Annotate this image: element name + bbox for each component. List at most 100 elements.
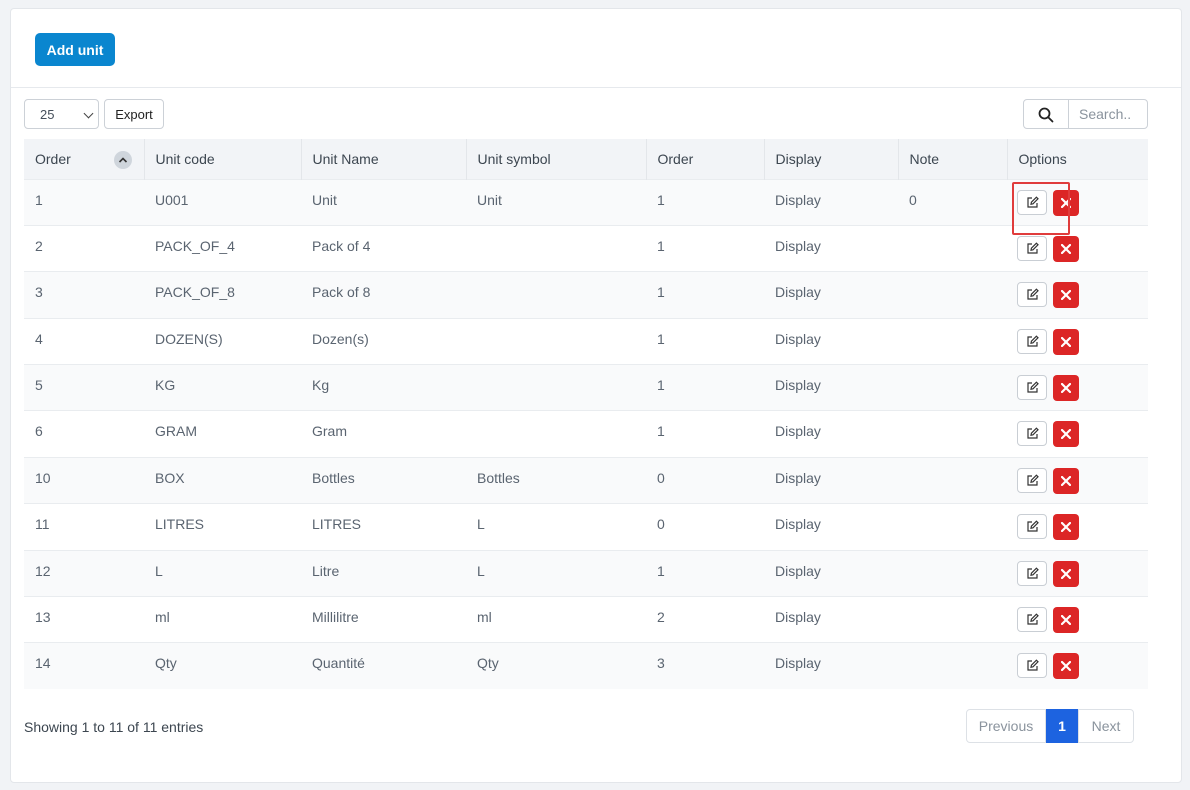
unit-code-cell: PACK_OF_8: [144, 271, 301, 319]
table-row: 10 BOX Bottles Bottles 0 Display: [24, 456, 1148, 504]
unit-name-cell: Kg: [301, 364, 466, 411]
sort-order-cell: 0: [646, 503, 764, 551]
edit-button[interactable]: [1017, 653, 1047, 679]
close-icon: [1061, 243, 1071, 254]
entries-info: Showing 1 to 11 of 11 entries: [24, 719, 204, 735]
sort-order-cell: 1: [646, 178, 764, 226]
table-toolbar: 25 Export: [24, 99, 1148, 129]
options-cell: [1007, 503, 1148, 551]
table-row: 2 PACK_OF_4 Pack of 4 1 Display: [24, 224, 1148, 272]
delete-button[interactable]: [1053, 467, 1079, 494]
table-row: 11 LITRES LITRES L 0 Display: [24, 503, 1148, 551]
edit-button[interactable]: [1017, 421, 1047, 447]
column-header[interactable]: Unit symbol: [466, 139, 647, 179]
edit-icon: [1027, 520, 1039, 532]
column-header[interactable]: Display: [764, 139, 899, 179]
unit-name-cell: Litre: [301, 549, 466, 597]
chevron-up-icon[interactable]: [113, 151, 132, 169]
display-cell: Display: [764, 596, 898, 643]
unit-symbol-cell: Unit: [466, 178, 646, 226]
search-box: [1023, 99, 1148, 129]
sort-order-cell: 1: [646, 364, 764, 411]
display-cell: Display: [764, 364, 898, 411]
search-icon: [1038, 107, 1054, 123]
options-cell: [1007, 596, 1148, 643]
unit-symbol-cell: [466, 317, 646, 365]
display-cell: Display: [764, 456, 898, 504]
unit-symbol-cell: L: [466, 549, 646, 597]
table-row: 3 PACK_OF_8 Pack of 8 1 Display: [24, 271, 1148, 319]
column-header[interactable]: Order: [646, 139, 765, 179]
display-cell: Display: [764, 410, 898, 458]
note-cell: [898, 410, 1007, 458]
display-cell: Display: [764, 224, 898, 272]
unit-code-cell: LITRES: [144, 503, 301, 551]
column-header[interactable]: Order: [24, 139, 145, 179]
note-cell: [898, 503, 1007, 551]
table-row: 6 GRAM Gram 1 Display: [24, 410, 1148, 458]
sort-order-cell: 3: [646, 642, 764, 690]
delete-button[interactable]: [1053, 189, 1079, 216]
unit-name-cell: Bottles: [301, 456, 466, 504]
edit-button[interactable]: [1017, 235, 1047, 261]
pagination: Previous 1 Next: [966, 709, 1134, 743]
sort-order-cell: 2: [646, 596, 764, 643]
options-cell: [1007, 364, 1148, 411]
options-cell: [1007, 410, 1148, 458]
unit-name-cell: Pack of 4: [301, 224, 466, 272]
edit-icon: [1027, 427, 1039, 440]
edit-button[interactable]: [1017, 514, 1047, 540]
edit-icon: [1027, 613, 1039, 625]
order-cell: 10: [24, 456, 144, 504]
delete-button[interactable]: [1053, 653, 1079, 680]
next-page-button[interactable]: Next: [1078, 709, 1134, 743]
previous-page-button[interactable]: Previous: [966, 709, 1046, 743]
edit-button[interactable]: [1017, 282, 1047, 308]
edit-button[interactable]: [1017, 467, 1047, 493]
delete-button[interactable]: [1053, 328, 1079, 355]
unit-code-cell: PACK_OF_4: [144, 224, 301, 272]
delete-button[interactable]: [1053, 560, 1079, 587]
close-icon: [1061, 661, 1071, 672]
unit-code-cell: U001: [144, 178, 301, 226]
unit-symbol-cell: [466, 364, 646, 411]
page-size-select[interactable]: 25: [24, 99, 99, 129]
note-cell: [898, 642, 1007, 690]
unit-code-cell: L: [144, 549, 301, 597]
unit-code-cell: Qty: [144, 642, 301, 690]
note-cell: 0: [898, 178, 1007, 226]
delete-button[interactable]: [1053, 514, 1079, 541]
export-button[interactable]: Export: [104, 99, 164, 129]
delete-button[interactable]: [1053, 282, 1079, 309]
delete-button[interactable]: [1053, 235, 1079, 262]
search-button[interactable]: [1024, 100, 1069, 128]
delete-button[interactable]: [1053, 375, 1079, 402]
column-header[interactable]: Unit Name: [301, 139, 467, 179]
unit-name-cell: Gram: [301, 410, 466, 458]
table-row: 4 DOZEN(S) Dozen(s) 1 Display: [24, 317, 1148, 365]
edit-button[interactable]: [1017, 189, 1047, 215]
search-input[interactable]: [1070, 100, 1146, 128]
delete-button[interactable]: [1053, 421, 1079, 448]
delete-button[interactable]: [1053, 607, 1079, 634]
edit-button[interactable]: [1017, 375, 1047, 401]
column-header[interactable]: Unit code: [144, 139, 302, 179]
note-cell: [898, 596, 1007, 643]
edit-button[interactable]: [1017, 560, 1047, 586]
current-page-button[interactable]: 1: [1046, 709, 1078, 743]
add-unit-button[interactable]: Add unit: [35, 33, 115, 66]
sort-order-cell: 1: [646, 410, 764, 458]
edit-button[interactable]: [1017, 607, 1047, 633]
column-header[interactable]: Note: [898, 139, 1008, 179]
display-cell: Display: [764, 642, 898, 690]
table-row: 12 L Litre L 1 Display: [24, 549, 1148, 597]
unit-symbol-cell: ml: [466, 596, 646, 643]
unit-symbol-cell: L: [466, 503, 646, 551]
units-table: Order Unit code Unit Name Unit symbol Or…: [24, 139, 1148, 690]
close-icon: [1061, 522, 1071, 533]
close-icon: [1061, 197, 1071, 208]
options-cell: [1007, 456, 1148, 504]
table-header-row: Order Unit code Unit Name Unit symbol Or…: [24, 139, 1148, 179]
note-cell: [898, 364, 1007, 411]
edit-button[interactable]: [1017, 328, 1047, 354]
